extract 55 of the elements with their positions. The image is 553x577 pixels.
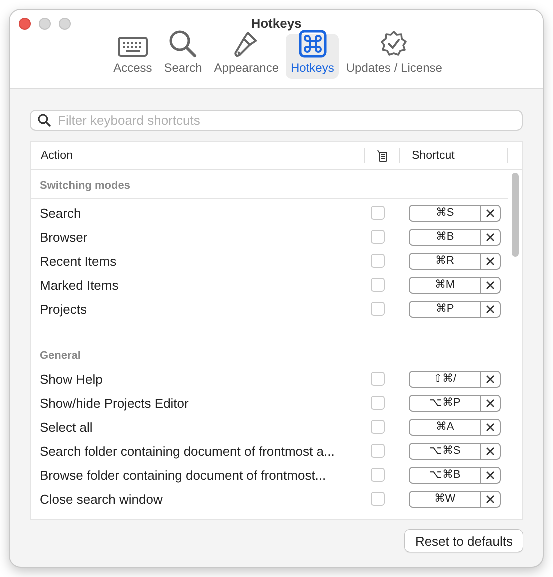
checkbox[interactable] (371, 254, 385, 268)
group-title: Switching modes (31, 170, 508, 199)
window-title: Hotkeys (251, 16, 302, 31)
close-icon (486, 256, 495, 266)
toolbar-tab[interactable]: Access (108, 34, 158, 79)
checkbox[interactable] (371, 396, 385, 410)
close-icon (486, 374, 495, 384)
checkbox[interactable] (371, 444, 385, 458)
checkbox[interactable] (371, 468, 385, 482)
checkbox[interactable] (371, 230, 385, 244)
action-label: Search folder containing document of frontmost a... (40, 444, 336, 458)
reset-button[interactable]: Reset to defaults (405, 530, 523, 552)
checkbox[interactable] (371, 492, 385, 506)
keyboard-icon (118, 37, 148, 57)
action-label: Search (40, 206, 82, 220)
magnifier-icon (169, 30, 198, 58)
toolbar-tab[interactable]: Search (159, 34, 208, 79)
close-icon (486, 470, 495, 480)
search-field[interactable]: Filter keyboard shortcuts (30, 110, 523, 131)
close-icon (486, 446, 495, 456)
action-label: Close search window (40, 492, 164, 506)
action-label: Select all (40, 420, 94, 434)
checkbox[interactable] (371, 206, 385, 220)
checkbox[interactable] (371, 302, 385, 316)
close-icon (486, 232, 495, 242)
minimize-window-button[interactable] (39, 18, 51, 30)
checkbox[interactable] (371, 278, 385, 292)
close-icon (486, 398, 495, 408)
checkmark-badge-icon (380, 30, 408, 58)
close-icon (486, 422, 495, 432)
search-icon (38, 114, 51, 127)
action-label: Marked Items (40, 278, 120, 292)
close-icon (486, 494, 495, 504)
action-label: Projects (40, 302, 88, 316)
checkbox[interactable] (371, 420, 385, 434)
paintbrush-icon (234, 30, 260, 58)
action-label: Browser (40, 230, 89, 244)
action-label: Browse folder containing document of frontmost... (40, 468, 328, 482)
close-window-button[interactable] (19, 18, 31, 30)
close-icon (486, 280, 495, 290)
close-icon (486, 208, 495, 218)
zoom-window-button[interactable] (59, 18, 71, 30)
column-header[interactable]: Shortcut (400, 150, 507, 162)
action-label: Show Help (40, 372, 104, 386)
group-title: General (39, 349, 82, 364)
list-icon (376, 150, 388, 162)
close-icon (486, 304, 495, 314)
command-key-icon (298, 30, 327, 58)
checkbox[interactable] (371, 372, 385, 386)
action-label: Recent Items (40, 254, 118, 268)
scrollbar-thumb[interactable] (512, 173, 518, 257)
toolbar-tab[interactable]: Updates / License (341, 34, 448, 79)
toolbar-tab[interactable]: Appearance (209, 34, 284, 79)
column-header[interactable]: Action (31, 150, 364, 162)
action-label: Show/hide Projects Editor (40, 396, 190, 410)
